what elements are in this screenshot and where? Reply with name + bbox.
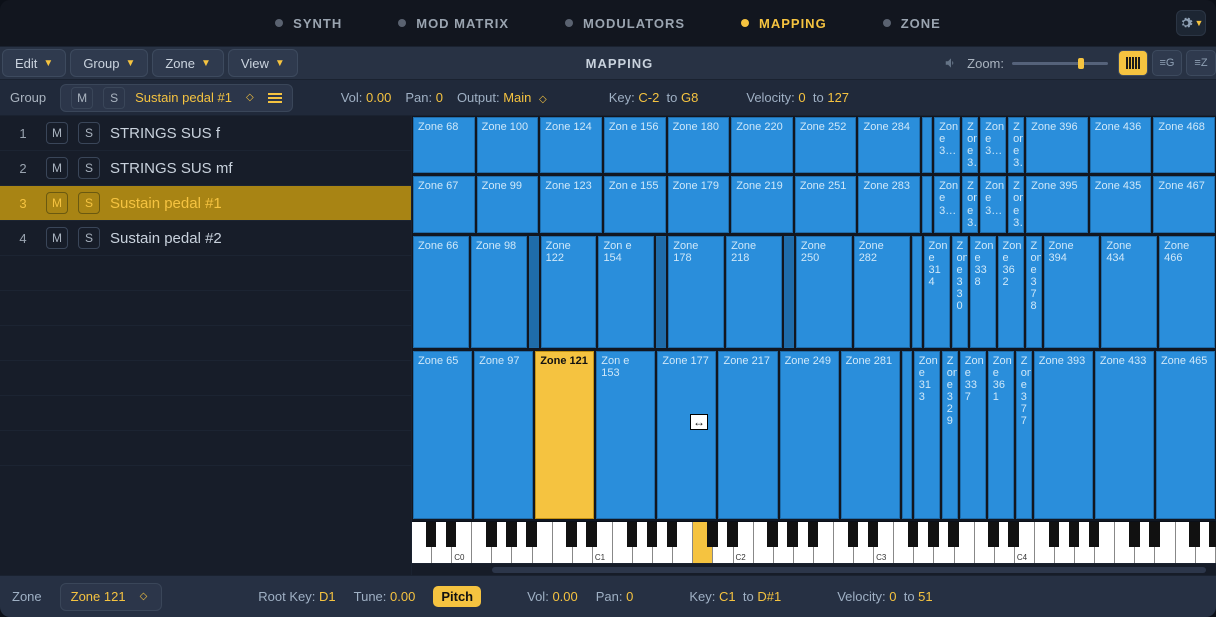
zoom-slider[interactable]: [1012, 62, 1108, 65]
zoom-control[interactable]: Zoom:: [967, 56, 1108, 71]
tab-modulators[interactable]: MODULATORS: [537, 16, 713, 31]
velocity-range-bottom[interactable]: Velocity: 0 to 51: [837, 589, 932, 604]
zone-menu[interactable]: Zone▼: [152, 49, 224, 77]
group-label: Group: [10, 90, 46, 105]
group-row[interactable]: 1MSSTRINGS SUS f: [0, 116, 411, 151]
tune-field[interactable]: Tune: 0.00: [354, 589, 416, 604]
tab-synth[interactable]: SYNTH: [247, 16, 370, 31]
view-zone-icon[interactable]: ≡Z: [1186, 50, 1216, 76]
gear-icon[interactable]: ▼: [1176, 10, 1206, 36]
tab-mapping[interactable]: MAPPING: [713, 16, 855, 31]
bottom-bar: Zone Zone 121 ◇ Root Key: D1 Tune: 0.00 …: [0, 575, 1216, 617]
group-row[interactable]: 2MSSTRINGS SUS mf: [0, 151, 411, 186]
zone-row[interactable]: Zone 68 Zone 100Zone 124Zon e 156Zone 18…: [412, 116, 1216, 175]
group-menu[interactable]: Group▼: [70, 49, 148, 77]
pan-field[interactable]: Pan: 0: [405, 90, 443, 105]
piano-keyboard[interactable]: C0C1C2C3C4: [412, 521, 1216, 563]
page-title: MAPPING: [300, 56, 939, 71]
speaker-icon[interactable]: [939, 53, 963, 73]
zone-row[interactable]: Zone 65 Zone 97 Zone 121 Zon e 153Zone 1…: [412, 350, 1216, 521]
group-selector[interactable]: M S Sustain pedal #1 ◇: [60, 84, 293, 112]
mute-chip[interactable]: M: [71, 87, 93, 109]
zone-row[interactable]: Zone 67 Zone 99Zone 123Zon e 155Zone 179…: [412, 175, 1216, 234]
group-row[interactable]: 4MSSustain pedal #2: [0, 221, 411, 256]
top-tabs: SYNTH MOD MATRIX MODULATORS MAPPING ZONE…: [0, 0, 1216, 46]
params-top: Group M S Sustain pedal #1 ◇ Vol: 0.00 P…: [0, 80, 1216, 116]
zone-selected[interactable]: Zone 121: [535, 351, 594, 519]
tab-zone[interactable]: ZONE: [855, 16, 969, 31]
key-range-bottom[interactable]: Key: C1 to D#1: [689, 589, 781, 604]
toolbar: Edit▼ Group▼ Zone▼ View▼ MAPPING Zoom: ≡…: [0, 46, 1216, 80]
solo-chip[interactable]: S: [103, 87, 125, 109]
group-row-selected[interactable]: 3MSSustain pedal #1: [0, 186, 411, 221]
key-range[interactable]: Key: C-2 to G8: [609, 90, 699, 105]
zone-grid[interactable]: Zone 68 Zone 100Zone 124Zon e 156Zone 18…: [412, 116, 1216, 521]
key-map: Zone 68 Zone 100Zone 124Zon e 156Zone 18…: [412, 116, 1216, 575]
view-menu[interactable]: View▼: [228, 49, 298, 77]
horizontal-scrollbar[interactable]: [412, 563, 1216, 575]
edit-menu[interactable]: Edit▼: [2, 49, 66, 77]
root-key-field[interactable]: Root Key: D1: [258, 589, 335, 604]
output-field[interactable]: Output: Main ◇: [457, 90, 551, 105]
stepper-icon[interactable]: ◇: [246, 92, 254, 103]
tab-mod-matrix[interactable]: MOD MATRIX: [370, 16, 537, 31]
pan-field-bottom[interactable]: Pan: 0: [596, 589, 634, 604]
list-icon[interactable]: [268, 91, 282, 105]
group-name: Sustain pedal #1: [135, 90, 232, 105]
view-group-icon[interactable]: ≡G: [1152, 50, 1182, 76]
velocity-range[interactable]: Velocity: 0 to 127: [746, 90, 849, 105]
group-list: 1MSSTRINGS SUS f 2MSSTRINGS SUS mf 3MSSu…: [0, 116, 412, 575]
view-keyboard-icon[interactable]: [1118, 50, 1148, 76]
zone-selector[interactable]: Zone 121 ◇: [60, 583, 163, 611]
vol-field[interactable]: Vol: 0.00: [341, 90, 392, 105]
vol-field-bottom[interactable]: Vol: 0.00: [527, 589, 578, 604]
zone-row[interactable]: Zone 66 Zone 98Zone 122Zon e 154Zone 178…: [412, 235, 1216, 350]
pitch-button[interactable]: Pitch: [433, 586, 481, 607]
